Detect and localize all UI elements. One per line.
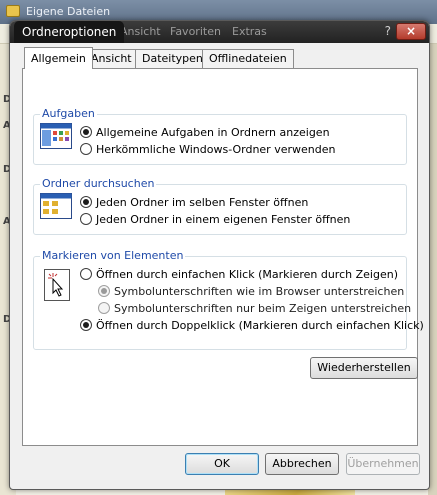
radio-allgemeine-aufgaben[interactable]: Allgemeine Aufgaben in Ordnern anzeigen	[80, 126, 330, 139]
radio-doppelklick[interactable]: Öffnen durch Doppelklick (Markieren durc…	[80, 319, 424, 332]
radio-button[interactable]	[80, 268, 92, 280]
group-legend: Markieren von Elementen	[40, 249, 186, 262]
ok-button[interactable]: OK	[185, 453, 259, 475]
tab-offlinedateien[interactable]: Offlinedateien	[202, 49, 294, 68]
browse-window-icon	[40, 193, 72, 219]
ghost-menu-item: Favoriten	[170, 25, 221, 38]
tab-panel-allgemein: Aufgaben Allgemeine Aufgaben in Ordnern …	[22, 68, 424, 446]
radio-herkoemmliche-ordner[interactable]: Herkömmliche Windows-Ordner verwenden	[80, 143, 335, 156]
radio-einfacher-klick[interactable]: Öffnen durch einfachen Klick (Markieren …	[80, 268, 398, 281]
ghost-menu-item: Ansicht	[120, 25, 161, 38]
radio-label: Jeden Ordner im selben Fenster öffnen	[96, 196, 309, 209]
radio-button[interactable]	[80, 143, 92, 155]
group-legend: Ordner durchsuchen	[40, 177, 157, 190]
dialog-title-bar[interactable]: D Ansicht Favoriten Extras Ordneroptione…	[10, 21, 429, 43]
group-aufgaben: Aufgaben Allgemeine Aufgaben in Ordnern …	[33, 107, 407, 165]
radio-label: Symbolunterschriften wie im Browser unte…	[114, 285, 405, 298]
tab-allgemein[interactable]: Allgemein	[24, 47, 93, 69]
ghost-menu-item: Extras	[232, 25, 267, 38]
task-pane-window-icon	[40, 123, 72, 149]
click-cursor-icon	[44, 269, 70, 301]
group-markieren-von-elementen: Markieren von Elementen Öffnen durch ein…	[33, 249, 424, 350]
radio-button-disabled[interactable]	[98, 302, 110, 314]
group-ordner-durchsuchen: Ordner durchsuchen Jeden Ordner im selbe…	[33, 177, 407, 235]
folder-icon	[6, 5, 20, 17]
radio-label: Öffnen durch Doppelklick (Markieren durc…	[96, 319, 424, 332]
radio-button-checked[interactable]	[80, 319, 92, 331]
radio-eigenen-fenster[interactable]: Jeden Ordner in einem eigenen Fenster öf…	[80, 213, 350, 226]
tab-dateitypen[interactable]: Dateitypen	[135, 49, 210, 68]
radio-unterstreichen-browser[interactable]: Symbolunterschriften wie im Browser unte…	[98, 285, 404, 298]
cancel-button[interactable]: Abbrechen	[265, 453, 339, 475]
radio-label: Herkömmliche Windows-Ordner verwenden	[96, 143, 336, 156]
radio-unterstreichen-zeigen[interactable]: Symbolunterschriften nur beim Zeigen unt…	[98, 302, 411, 315]
radio-label: Symbolunterschriften nur beim Zeigen unt…	[114, 302, 412, 315]
help-button[interactable]: ?	[385, 24, 391, 38]
folder-options-dialog: D Ansicht Favoriten Extras Ordneroptione…	[9, 20, 430, 490]
radio-label: Öffnen durch einfachen Klick (Markieren …	[96, 268, 398, 281]
dialog-title: Ordneroptionen	[14, 21, 125, 43]
radio-button-disabled-checked[interactable]	[98, 285, 110, 297]
close-button[interactable]: ×	[396, 23, 426, 40]
radio-label: Allgemeine Aufgaben in Ordnern anzeigen	[96, 126, 330, 139]
background-window-title: Eigene Dateien	[26, 5, 111, 18]
restore-defaults-button[interactable]: Wiederherstellen	[310, 357, 418, 379]
group-legend: Aufgaben	[40, 107, 97, 120]
radio-button-checked[interactable]	[80, 196, 92, 208]
radio-button[interactable]	[80, 213, 92, 225]
radio-button-checked[interactable]	[80, 126, 92, 138]
apply-button[interactable]: Übernehmen	[346, 453, 420, 475]
radio-label: Jeden Ordner in einem eigenen Fenster öf…	[96, 213, 351, 226]
radio-selben-fenster[interactable]: Jeden Ordner im selben Fenster öffnen	[80, 196, 308, 209]
